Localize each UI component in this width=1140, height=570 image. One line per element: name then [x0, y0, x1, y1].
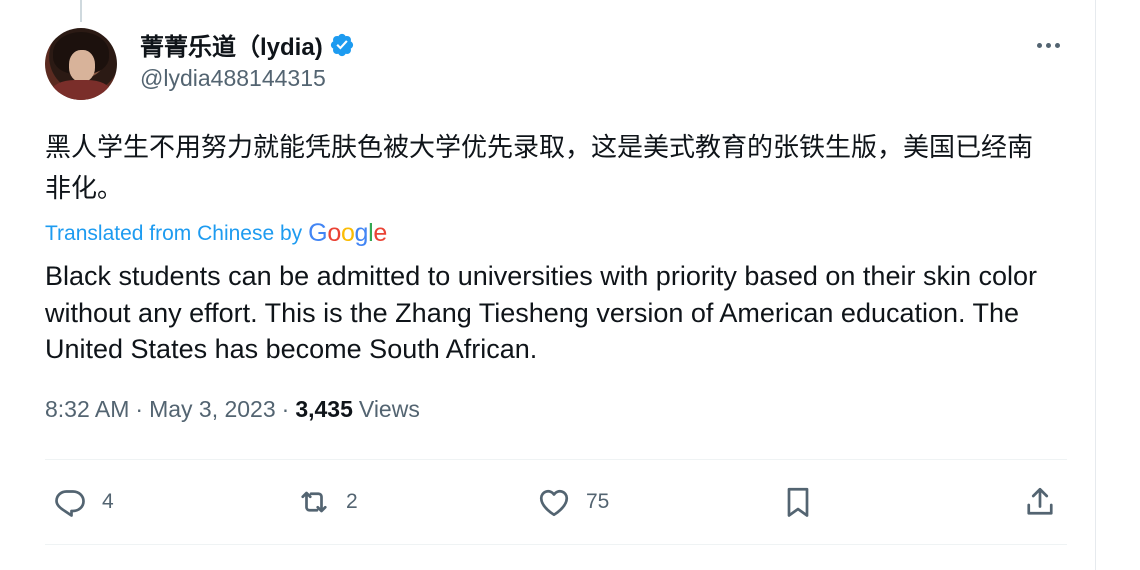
retweet-button[interactable]: 2 — [296, 483, 358, 521]
like-count: 75 — [586, 490, 610, 513]
author-name-row[interactable]: 菁菁乐道（lydia) — [140, 27, 355, 62]
share-icon — [1027, 487, 1053, 515]
author-display-name[interactable]: 菁菁乐道（lydia) — [140, 27, 323, 62]
share-button[interactable] — [1022, 483, 1058, 521]
tweet-metadata: 8:32 AM · May 3, 2023 · 3,435 Views — [45, 396, 420, 423]
bookmark-icon — [787, 487, 809, 517]
divider — [45, 459, 1067, 460]
heart-icon — [539, 489, 569, 517]
more-options-button[interactable] — [1030, 30, 1066, 60]
bookmark-button[interactable] — [780, 483, 816, 521]
divider — [45, 544, 1067, 545]
views-label: Views — [358, 396, 420, 422]
translation-label: Translated from Chinese by — [45, 221, 303, 245]
retweet-icon — [301, 491, 327, 513]
tweet-detail: 菁菁乐道（lydia) @lydia488144315 黑人学生不用努力就能凭肤… — [0, 0, 1140, 570]
like-button[interactable]: 75 — [536, 483, 609, 521]
tweet-text-original: 黑人学生不用努力就能凭肤色被大学优先录取，这是美式教育的张铁生版，美国已经南非化… — [45, 133, 1034, 204]
verified-badge-icon — [330, 33, 353, 56]
views-count: 3,435 — [295, 396, 353, 422]
meta-separator: · — [281, 396, 290, 422]
google-logo: Google — [308, 219, 388, 247]
column-border — [1095, 0, 1096, 570]
retweet-count: 2 — [346, 490, 358, 513]
thread-connector-line — [80, 0, 82, 22]
tweet-date[interactable]: May 3, 2023 — [149, 396, 276, 423]
author-avatar[interactable] — [45, 28, 117, 100]
more-horizontal-icon — [1036, 42, 1042, 48]
reply-button[interactable]: 4 — [52, 483, 114, 521]
meta-separator: · — [135, 396, 144, 422]
tweet-time[interactable]: 8:32 AM — [45, 396, 129, 423]
author-handle[interactable]: @lydia488144315 — [140, 65, 326, 92]
reply-icon — [55, 490, 85, 517]
tweet-text-translated: Black students can be admitted to univer… — [45, 261, 1037, 364]
reply-count: 4 — [102, 490, 114, 513]
translation-attribution[interactable]: Translated from Chinese by Google — [45, 219, 387, 248]
